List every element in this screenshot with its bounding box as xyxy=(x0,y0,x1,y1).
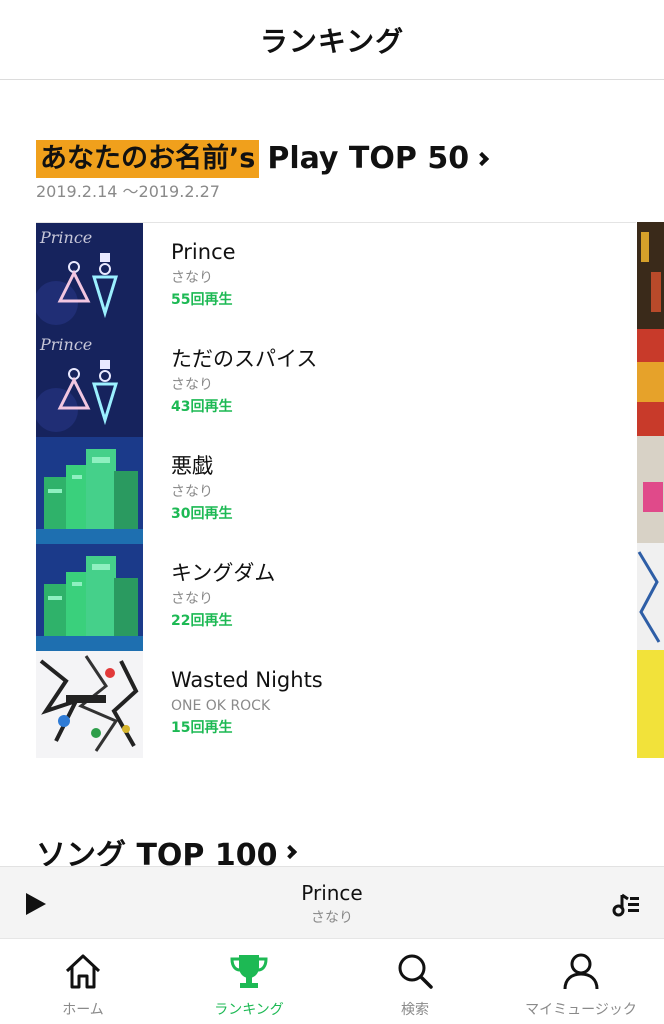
playlist-icon[interactable] xyxy=(612,891,640,917)
tab-ranking[interactable]: ランキング xyxy=(166,939,332,1024)
list-item[interactable]: Prince Prince さなり 55回再生 xyxy=(36,223,636,330)
song-artist: さなり xyxy=(171,591,213,607)
tab-bar: ホーム ランキング 検索 マイミュージック xyxy=(0,938,664,1024)
tab-label: マイミュージック xyxy=(525,1002,637,1018)
list-item[interactable]: キングダム さなり 22回再生 xyxy=(36,544,636,651)
now-playing-artist: さなり xyxy=(311,910,353,926)
item-text: Prince さなり 55回再生 xyxy=(171,237,236,311)
play-count: 15回再生 xyxy=(171,720,233,736)
trophy-icon xyxy=(230,955,268,988)
tab-label: 検索 xyxy=(401,1002,429,1018)
item-text: Wasted Nights ONE OK ROCK 15回再生 xyxy=(171,665,323,739)
album-art-text: Prince xyxy=(39,335,92,354)
tab-home[interactable]: ホーム xyxy=(0,939,166,1024)
user-name-highlight: あなたのお名前’s xyxy=(36,140,260,178)
album-art-prince: Prince xyxy=(36,223,143,330)
item-text: キングダム さなり 22回再生 xyxy=(171,558,275,632)
page-title: ランキング xyxy=(259,24,405,58)
play-count: 30回再生 xyxy=(171,506,233,522)
search-icon xyxy=(398,954,433,989)
song-artist: さなり xyxy=(171,484,213,500)
tab-search[interactable]: 検索 xyxy=(332,939,498,1024)
play-top50-link[interactable]: あなたのお名前’s Play TOP 50 xyxy=(36,140,490,178)
ranking-list: Prince Prince さなり 55回再生 Prince ただのスパイス さ… xyxy=(36,222,636,758)
chevron-right-icon xyxy=(283,844,298,860)
person-icon xyxy=(563,953,599,990)
album-art-wasted-nights xyxy=(36,651,143,758)
tab-label: ランキング xyxy=(214,1002,284,1018)
header: ランキング xyxy=(0,0,664,80)
tab-label: ホーム xyxy=(62,1002,104,1018)
next-ranking-peek[interactable] xyxy=(637,222,664,758)
mini-player[interactable]: Prince さなり xyxy=(0,866,664,938)
home-icon xyxy=(65,954,101,989)
now-playing-title: Prince xyxy=(301,881,363,905)
album-art-city xyxy=(36,544,143,651)
album-art-prince: Prince xyxy=(36,330,143,437)
song-title: ただのスパイス xyxy=(171,347,318,371)
chevron-right-icon xyxy=(475,151,490,167)
item-text: ただのスパイス さなり 43回再生 xyxy=(171,344,317,418)
song-title: Wasted Nights xyxy=(171,668,323,692)
song-title: Prince xyxy=(171,240,236,264)
song-title: キングダム xyxy=(171,561,276,585)
song-artist: さなり xyxy=(171,270,213,286)
play-count: 55回再生 xyxy=(171,292,233,308)
app-root: ランキング あなたのお名前’s Play TOP 50 2019.2.14 ～2… xyxy=(0,0,664,1024)
play-count: 22回再生 xyxy=(171,613,233,629)
song-title: 悪戯 xyxy=(171,454,213,478)
play-count: 43回再生 xyxy=(171,399,233,415)
date-range: 2019.2.14 ～2019.2.27 xyxy=(36,182,220,201)
list-item[interactable]: 悪戯 さなり 30回再生 xyxy=(36,437,636,544)
play-top50-title: Play TOP 50 xyxy=(267,141,470,176)
list-item[interactable]: Wasted Nights ONE OK ROCK 15回再生 xyxy=(36,651,636,758)
album-art-text: Prince xyxy=(39,228,92,247)
song-artist: さなり xyxy=(171,377,213,393)
song-artist: ONE OK ROCK xyxy=(171,698,271,714)
album-art-city xyxy=(36,437,143,544)
list-item[interactable]: Prince ただのスパイス さなり 43回再生 xyxy=(36,330,636,437)
item-text: 悪戯 さなり 30回再生 xyxy=(171,451,232,525)
tab-my-music[interactable]: マイミュージック xyxy=(498,939,664,1024)
